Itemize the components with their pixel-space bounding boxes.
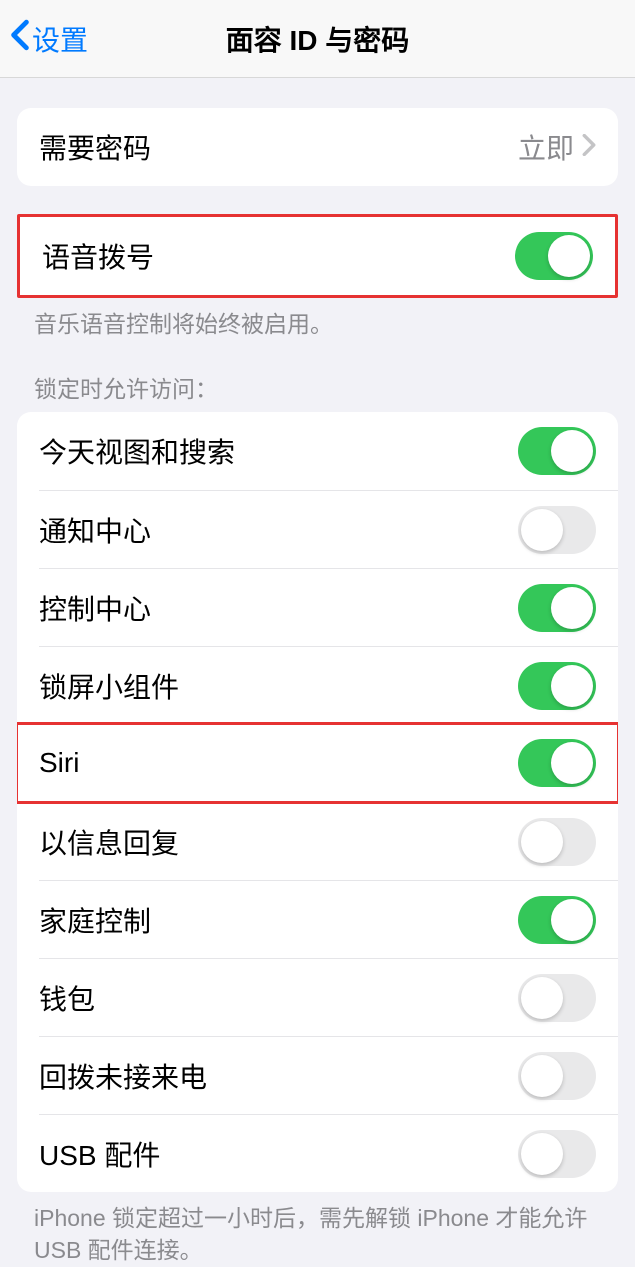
toggle-knob (551, 587, 593, 629)
voice-dial-row: 语音拨号 (20, 217, 615, 295)
allow-access-toggle[interactable] (518, 1052, 596, 1100)
allow-access-row: 今天视图和搜索 (17, 412, 618, 490)
allow-access-row: 钱包 (39, 958, 618, 1036)
voice-dial-group: 语音拨号 (17, 214, 618, 298)
allow-access-toggle[interactable] (518, 974, 596, 1022)
voice-dial-label: 语音拨号 (42, 236, 154, 276)
allow-access-row: 控制中心 (39, 568, 618, 646)
allow-access-item-label: 回拨未接来电 (39, 1056, 207, 1096)
allow-access-row: 家庭控制 (39, 880, 618, 958)
voice-dial-footer: 音乐语音控制将始终被启用。 (0, 298, 635, 340)
page-title: 面容 ID 与密码 (0, 19, 635, 59)
allow-access-toggle[interactable] (518, 739, 596, 787)
chevron-right-icon (582, 131, 596, 163)
toggle-knob (521, 1133, 563, 1175)
allow-access-header: 锁定时允许访问： (0, 340, 635, 412)
navigation-bar: 设置 面容 ID 与密码 (0, 0, 635, 78)
back-label: 设置 (32, 19, 88, 59)
require-passcode-row[interactable]: 需要密码 立即 (17, 108, 618, 186)
allow-access-row: 回拨未接来电 (39, 1036, 618, 1114)
toggle-knob (551, 430, 593, 472)
toggle-knob (551, 899, 593, 941)
toggle-knob (551, 665, 593, 707)
allow-access-item-label: 锁屏小组件 (39, 666, 179, 706)
allow-access-toggle[interactable] (518, 584, 596, 632)
allow-access-row: 通知中心 (39, 490, 618, 568)
require-passcode-label: 需要密码 (39, 127, 151, 167)
allow-access-item-label: Siri (39, 747, 79, 779)
toggle-knob (551, 742, 593, 784)
back-button[interactable]: 设置 (0, 19, 88, 59)
allow-access-row: Siri (17, 724, 618, 802)
allow-access-item-label: 控制中心 (39, 588, 151, 628)
allow-access-item-label: USB 配件 (39, 1134, 160, 1174)
chevron-left-icon (10, 19, 30, 58)
toggle-knob (521, 977, 563, 1019)
allow-access-toggle[interactable] (518, 896, 596, 944)
require-passcode-value: 立即 (518, 127, 596, 167)
allow-access-toggle[interactable] (518, 427, 596, 475)
voice-dial-toggle[interactable] (515, 232, 593, 280)
allow-access-row: 锁屏小组件 (39, 646, 618, 724)
toggle-knob (521, 1055, 563, 1097)
passcode-group: 需要密码 立即 (17, 108, 618, 186)
allow-access-footer: iPhone 锁定超过一小时后，需先解锁 iPhone 才能允许USB 配件连接… (0, 1192, 635, 1266)
allow-access-row: USB 配件 (39, 1114, 618, 1192)
toggle-knob (548, 235, 590, 277)
allow-access-toggle[interactable] (518, 662, 596, 710)
allow-access-item-label: 以信息回复 (39, 822, 179, 862)
allow-access-item-label: 今天视图和搜索 (39, 431, 235, 471)
allow-access-item-label: 通知中心 (39, 510, 151, 550)
allow-access-group: 今天视图和搜索通知中心控制中心锁屏小组件 Siri 以信息回复家庭控制钱包回拨未接来… (17, 412, 618, 1192)
allow-access-toggle[interactable] (518, 1130, 596, 1178)
allow-access-toggle[interactable] (518, 506, 596, 554)
allow-access-item-label: 钱包 (39, 978, 95, 1018)
allow-access-toggle[interactable] (518, 818, 596, 866)
allow-access-row: 以信息回复 (39, 802, 618, 880)
toggle-knob (521, 509, 563, 551)
toggle-knob (521, 821, 563, 863)
allow-access-item-label: 家庭控制 (39, 900, 151, 940)
